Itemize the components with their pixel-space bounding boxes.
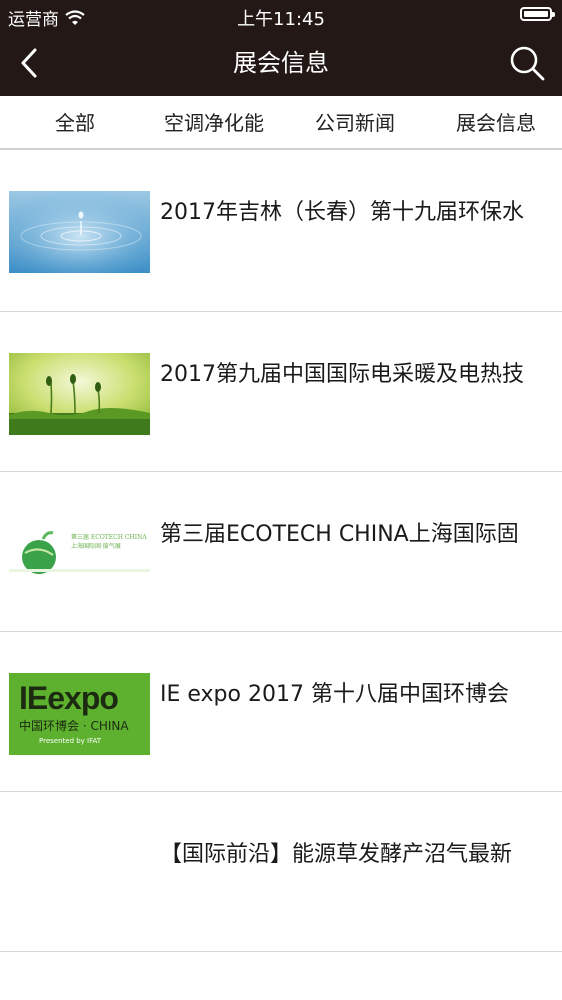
search-icon[interactable]: [508, 44, 546, 82]
ie-expo-brand: IEexpo: [19, 680, 119, 716]
tab-exhibition-info[interactable]: 展会信息: [456, 96, 536, 150]
list-item[interactable]: 【国际前沿】能源草发酵产沼气最新: [0, 792, 562, 952]
tab-company-news[interactable]: 公司新闻: [315, 96, 395, 150]
article-title: 第三届ECOTECH CHINA上海国际固: [160, 522, 519, 547]
ie-expo-cn: 中国环博会 · CHINA: [19, 719, 129, 733]
water-drop-image: [9, 191, 150, 273]
list-item[interactable]: 2017第九届中国国际电采暖及电热技: [0, 312, 562, 472]
nav-bar: 展会信息: [0, 30, 562, 96]
ie-expo-presenter: Presented by IFAT: [39, 737, 102, 745]
tab-hvac-purification[interactable]: 空调净化能: [164, 96, 264, 150]
battery-icon: [520, 7, 555, 21]
green-sprouts-image: [9, 353, 150, 435]
ie-expo-logo: IEexpo 中国环博会 · CHINA Presented by IFAT: [9, 673, 150, 755]
article-title: IE expo 2017 第十八届中国环博会: [160, 682, 509, 707]
article-title: 2017第九届中国国际电采暖及电热技: [160, 362, 524, 387]
status-bar: 运营商 上午11:45: [0, 0, 562, 30]
ecotech-sub: 上海国际固·废气展: [71, 543, 121, 550]
article-title: 2017年吉林（长春）第十九届环保水: [160, 200, 524, 225]
list-item[interactable]: 2017年吉林（长春）第十九届环保水: [0, 150, 562, 312]
page-title: 展会信息: [233, 49, 329, 77]
list-item[interactable]: IEexpo 中国环博会 · CHINA Presented by IFAT I…: [0, 632, 562, 792]
ecotech-banner-image: 第三届 ECOTECH CHINA 上海国际固·废气展: [9, 513, 150, 595]
category-tabs: 全部 空调净化能 公司新闻 展会信息: [0, 96, 562, 150]
status-time: 上午11:45: [237, 9, 325, 30]
list-item[interactable]: 第三届 ECOTECH CHINA 上海国际固·废气展 第三届ECOTECH C…: [0, 472, 562, 632]
article-list: 2017年吉林（长春）第十九届环保水 2017第九届中国国际电采暖及电热技 第三…: [0, 150, 562, 952]
article-title: 【国际前沿】能源草发酵产沼气最新: [160, 842, 513, 867]
ecotech-headline: 第三届 ECOTECH CHINA: [71, 534, 147, 541]
tab-all[interactable]: 全部: [55, 96, 95, 150]
